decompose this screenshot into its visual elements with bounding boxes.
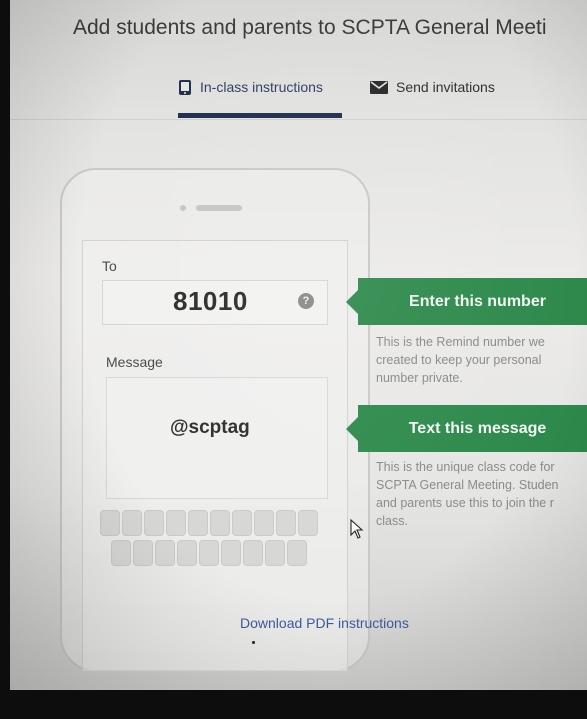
keyboard-key (177, 540, 197, 566)
phone-icon (178, 79, 192, 96)
keyboard-key (232, 510, 252, 536)
callout-heading: Enter this number (409, 292, 546, 310)
keyboard-illustration (90, 500, 340, 590)
keyboard-key (100, 510, 120, 536)
tab-label: Send invitations (396, 79, 495, 95)
callout-text-message: Text this message (346, 405, 587, 452)
message-label: Message (106, 354, 163, 370)
stray-mark (252, 641, 255, 644)
keyboard-key (166, 510, 186, 536)
keyboard-key (243, 540, 263, 566)
camera-dot (180, 205, 186, 211)
keyboard-key (199, 540, 219, 566)
keyboard-key (276, 510, 296, 536)
keyboard-key (144, 510, 164, 536)
callout-description: This is the Remind number we created to … (376, 335, 545, 386)
remind-number: 81010 (173, 286, 248, 316)
keyboard-key (133, 540, 153, 566)
to-label: To (102, 258, 117, 274)
speaker-bar (196, 205, 242, 211)
download-pdf-link[interactable]: Download PDF instructions (240, 615, 409, 631)
tab-send-invitations[interactable]: Send invitations (370, 75, 495, 99)
keyboard-key (111, 540, 131, 566)
tab-bar: In-class instructions Send invitations (10, 0, 587, 120)
tab-in-class-instructions[interactable]: In-class instructions (178, 75, 323, 99)
keyboard-key (221, 540, 241, 566)
keyboard-key (210, 510, 230, 536)
callout-description: This is the unique class code for SCPTA … (376, 460, 559, 529)
keyboard-key (287, 540, 307, 566)
mouse-cursor-icon (350, 518, 364, 544)
keyboard-key (122, 510, 142, 536)
help-icon[interactable]: ? (298, 293, 314, 309)
keyboard-key (265, 540, 285, 566)
keyboard-key (155, 540, 175, 566)
tab-label: In-class instructions (200, 79, 323, 95)
phone-speaker (180, 204, 248, 212)
keyboard-key (254, 510, 274, 536)
divider (10, 119, 587, 120)
callout-heading: Text this message (408, 419, 547, 437)
envelope-icon (370, 80, 388, 94)
keyboard-key (188, 510, 208, 536)
callout-enter-number: Enter this number (346, 278, 587, 325)
class-code: @scptag (170, 417, 250, 438)
keyboard-key (298, 510, 318, 536)
app-screen: Add students and parents to SCPTA Genera… (10, 0, 587, 690)
active-tab-indicator (178, 113, 342, 118)
